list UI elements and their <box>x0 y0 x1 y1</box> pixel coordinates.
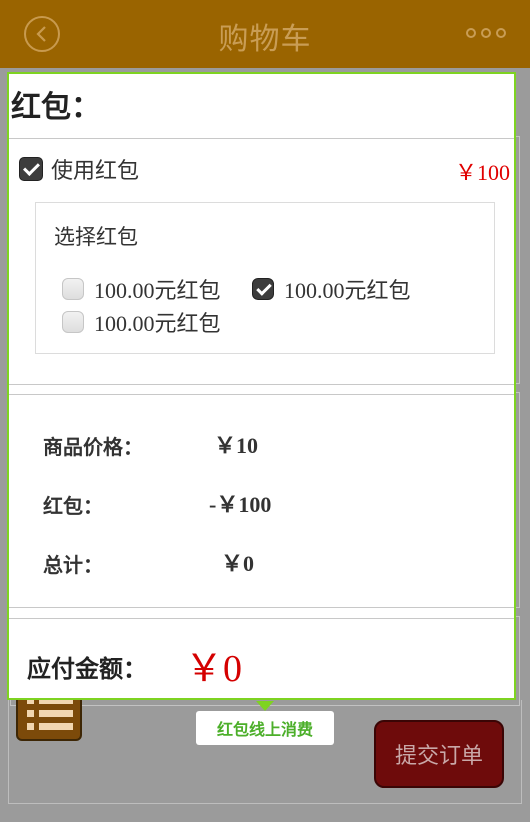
payment-card: 应付金额： ￥0 <box>9 618 514 698</box>
total-label: 总计： <box>43 553 103 577</box>
redpacket-amount: ￥100 <box>454 160 510 185</box>
choose-redpacket-box: 选择红包 100.00元红包 100.00元红包 100.00元红包 <box>35 202 495 354</box>
more-dot <box>466 28 476 38</box>
payable-amount-value: ￥0 <box>185 648 243 690</box>
redpacket-option[interactable]: 100.00元红包 <box>62 306 221 338</box>
more-dot <box>496 28 506 38</box>
choose-redpacket-title: 选择红包 <box>54 225 138 249</box>
redpacket-option-checkbox[interactable] <box>252 278 274 300</box>
price-summary-card: 商品价格： ￥10 红包： -￥100 总计： ￥0 <box>9 394 514 608</box>
redpacket-option[interactable]: 100.00元红包 <box>62 273 221 305</box>
redpacket-option-label: 100.00元红包 <box>94 278 221 303</box>
top-bar: 购物车 <box>0 0 530 68</box>
redpacket-option-label: 100.00元红包 <box>284 278 411 303</box>
payable-amount-label: 应付金额： <box>27 655 147 683</box>
use-redpacket-row[interactable]: 使用红包 <box>19 153 139 185</box>
redpacket-option-checkbox[interactable] <box>62 278 84 300</box>
use-redpacket-checkbox[interactable] <box>19 157 43 181</box>
more-icon[interactable] <box>466 28 506 38</box>
use-redpacket-label: 使用红包 <box>51 159 140 184</box>
redpacket-discount-value: -￥100 <box>209 492 272 517</box>
redpacket-option[interactable]: 100.00元红包 <box>252 273 411 305</box>
redpacket-section-title: 红包： <box>11 90 101 125</box>
page-title: 购物车 <box>218 22 312 57</box>
more-dot <box>481 28 491 38</box>
redpacket-option-label: 100.00元红包 <box>94 311 221 336</box>
goods-price-label: 商品价格： <box>43 435 143 459</box>
redpacket-card: 使用红包 ￥100 选择红包 100.00元红包 100.00元红包 100.0… <box>9 138 514 385</box>
submit-order-button[interactable]: 提交订单 <box>374 720 504 788</box>
redpacket-discount-label: 红包： <box>43 494 103 518</box>
tooltip: 红包线上消费 <box>196 711 334 745</box>
tooltip-arrow <box>256 701 274 711</box>
redpacket-option-checkbox[interactable] <box>62 311 84 333</box>
highlight-frame: 红包： 使用红包 ￥100 选择红包 100.00元红包 100.00元红包 1… <box>7 72 516 700</box>
goods-price-value: ￥10 <box>214 433 259 458</box>
total-value: ￥0 <box>221 551 255 576</box>
